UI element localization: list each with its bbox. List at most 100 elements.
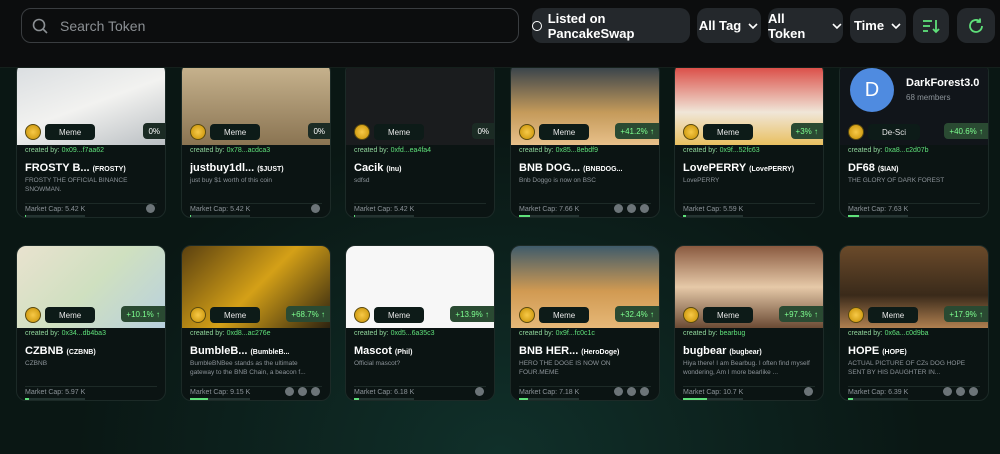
- creator-address[interactable]: 0x09...f7aa62: [62, 147, 104, 154]
- tag-row: Meme: [190, 304, 261, 326]
- creator-address[interactable]: 0x78...acdca3: [227, 147, 271, 154]
- token-card[interactable]: Meme 0% created by: 0x09...f7aa62 FROSTY…: [16, 68, 166, 218]
- creator-address[interactable]: 0x34...db4ba3: [62, 330, 106, 337]
- token-card[interactable]: Meme 0% created by: 0x78...acdca3 justbu…: [181, 68, 331, 218]
- chevron-down-icon: [832, 22, 842, 29]
- token-name: CZBNB: [25, 345, 64, 357]
- token-card[interactable]: Meme +68.7% ↑ created by: 0xd8...ac276e …: [181, 245, 331, 401]
- website-icon[interactable]: [640, 204, 649, 213]
- creator-address[interactable]: 0x9f...fc0c1c: [556, 330, 595, 337]
- token-name: HOPE: [848, 345, 880, 357]
- creator-address[interactable]: 0xa8...c2d07b: [885, 147, 929, 154]
- created-by-label: created by:: [25, 330, 60, 337]
- creator-address[interactable]: bearbug: [720, 330, 746, 337]
- market-cap: Market Cap: 5.97 K: [25, 389, 86, 396]
- twitter-icon[interactable]: [627, 387, 636, 396]
- token-name: Cacik: [354, 162, 384, 174]
- market-cap: Market Cap: 7.18 K: [519, 389, 580, 396]
- creator-address[interactable]: 0x85...8ebdf9: [556, 147, 598, 154]
- token-ticker: (Inu): [386, 166, 402, 173]
- bonding-progress-bar: [519, 398, 579, 400]
- divider: [683, 386, 815, 387]
- bonding-progress-bar: [354, 398, 414, 400]
- price-change-badge: +17.9% ↑: [944, 306, 988, 322]
- time-dropdown[interactable]: Time: [850, 8, 906, 43]
- token-card[interactable]: Meme +3% ↑ created by: 0x9f...52fc63 Lov…: [674, 68, 824, 218]
- token-card[interactable]: Meme 0% created by: 0xfd...ea4fa4 Cacik(…: [345, 68, 495, 218]
- search-input[interactable]: [60, 17, 480, 34]
- creator-address[interactable]: 0x6a...c0d9ba: [885, 330, 929, 337]
- twitter-icon[interactable]: [627, 204, 636, 213]
- category-tag: Meme: [374, 307, 425, 323]
- telegram-icon[interactable]: [943, 387, 952, 396]
- search-icon: [32, 18, 48, 34]
- token-card[interactable]: Meme +17.9% ↑ created by: 0x6a...c0d9ba …: [839, 245, 989, 401]
- token-ticker: (Phil): [394, 349, 413, 356]
- twitter-icon[interactable]: [298, 387, 307, 396]
- website-icon[interactable]: [311, 387, 320, 396]
- divider: [848, 203, 980, 204]
- token-dropdown[interactable]: All Token: [768, 8, 843, 43]
- created-by-label: created by:: [190, 147, 225, 154]
- bonding-progress-bar: [848, 215, 908, 217]
- divider: [25, 203, 157, 204]
- price-change-badge: +97.3% ↑: [779, 306, 823, 322]
- category-tag: Meme: [703, 307, 754, 323]
- market-cap: Market Cap: 6.39 K: [848, 389, 909, 396]
- telegram-icon[interactable]: [285, 387, 294, 396]
- token-card[interactable]: Meme +41.2% ↑ created by: 0x85...8ebdf9 …: [510, 68, 660, 218]
- token-name-line: justbuy1dl... ($JUST): [190, 162, 328, 174]
- top-bar: Listed on PancakeSwap All Tag All Token …: [0, 0, 1000, 68]
- twitter-icon[interactable]: [956, 387, 965, 396]
- creator-address[interactable]: 0xd5...6a35c3: [391, 330, 435, 337]
- creator-address[interactable]: 0xd8...ac276e: [227, 330, 271, 337]
- token-description: just buy $1 worth of this coin: [190, 177, 273, 184]
- token-card[interactable]: D DarkForest3.0 68 members De-Sci +40.6%…: [839, 68, 989, 218]
- website-icon[interactable]: [311, 204, 320, 213]
- bnb-coin-icon: [25, 307, 41, 323]
- listed-pancakeswap-filter[interactable]: Listed on PancakeSwap: [532, 8, 690, 43]
- bnb-coin-icon: [848, 124, 864, 140]
- market-cap: Market Cap: 5.42 K: [25, 206, 86, 213]
- bnb-coin-icon: [848, 307, 864, 323]
- bonding-progress-fill: [354, 398, 359, 400]
- search-box[interactable]: [21, 8, 519, 43]
- price-change-badge: +13.9% ↑: [450, 306, 494, 322]
- twitter-icon[interactable]: [475, 387, 484, 396]
- token-card[interactable]: Meme +13.9% ↑ created by: 0xd5...6a35c3 …: [345, 245, 495, 401]
- bonding-progress-fill: [848, 215, 859, 217]
- refresh-button[interactable]: [957, 8, 995, 43]
- twitter-icon[interactable]: [146, 204, 155, 213]
- price-change-badge: 0%: [472, 123, 494, 139]
- token-card[interactable]: Meme +10.1% ↑ created by: 0x34...db4ba3 …: [16, 245, 166, 401]
- token-name: bugbear: [683, 345, 727, 357]
- token-ticker: (LovePERRY): [749, 166, 795, 173]
- token-card[interactable]: Meme +97.3% ↑ created by: bearbug bugbea…: [674, 245, 824, 401]
- bonding-progress-bar: [519, 215, 579, 217]
- creator-line: created by: 0x9f...52fc63: [683, 147, 760, 154]
- tag-dropdown[interactable]: All Tag: [697, 8, 761, 43]
- token-card[interactable]: Meme +32.4% ↑ created by: 0x9f...fc0c1c …: [510, 245, 660, 401]
- bnb-coin-icon: [25, 124, 41, 140]
- bnb-coin-icon: [190, 124, 206, 140]
- twitter-icon[interactable]: [804, 387, 813, 396]
- creator-line: created by: 0x09...f7aa62: [25, 147, 104, 154]
- telegram-icon[interactable]: [614, 204, 623, 213]
- creator-address[interactable]: 0xfd...ea4fa4: [391, 147, 431, 154]
- bonding-progress-fill: [683, 398, 707, 400]
- community-name: DarkForest3.0: [906, 77, 980, 89]
- social-links: [475, 387, 484, 396]
- tag-row: Meme: [354, 121, 425, 143]
- token-ticker: (HOPE): [882, 349, 907, 356]
- creator-line: created by: 0xd8...ac276e: [190, 330, 271, 337]
- bonding-progress-bar: [190, 215, 250, 217]
- creator-address[interactable]: 0x9f...52fc63: [720, 147, 760, 154]
- website-icon[interactable]: [969, 387, 978, 396]
- sort-button[interactable]: [913, 8, 949, 43]
- price-change-badge: +32.4% ↑: [615, 306, 659, 322]
- social-links: [614, 204, 649, 213]
- website-icon[interactable]: [640, 387, 649, 396]
- creator-line: created by: 0x9f...fc0c1c: [519, 330, 595, 337]
- tag-dropdown-label: All Tag: [698, 18, 742, 33]
- telegram-icon[interactable]: [614, 387, 623, 396]
